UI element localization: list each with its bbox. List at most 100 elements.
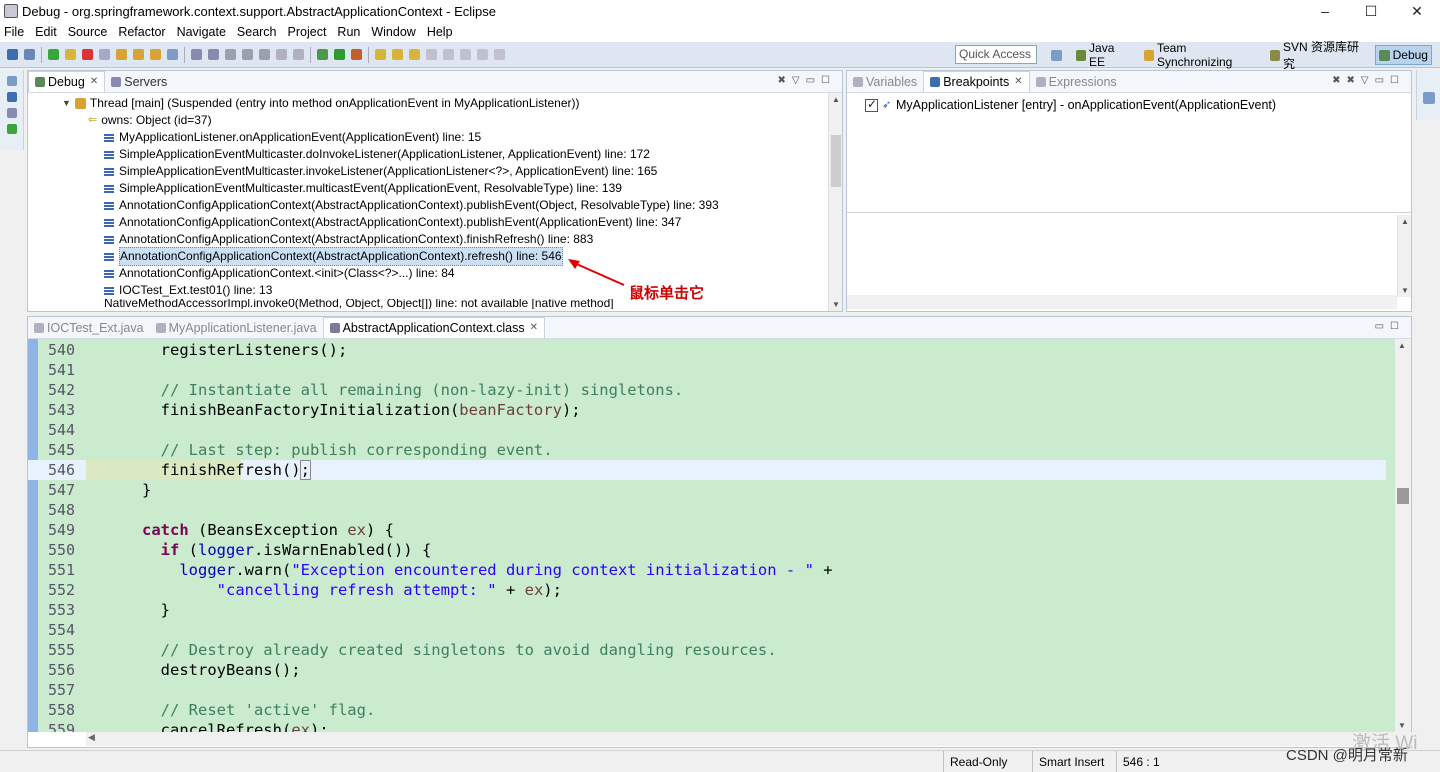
step-over-icon[interactable]	[133, 49, 144, 60]
maximize-view-icon[interactable]: ☐	[1390, 321, 1405, 332]
view-menu-icon[interactable]: ▽	[1361, 75, 1375, 86]
stack-frame-row-selected[interactable]: AnnotationConfigApplicationContext(Abstr…	[28, 247, 842, 266]
scrollbar-thumb[interactable]	[831, 135, 841, 187]
menu-edit[interactable]: Edit	[35, 25, 57, 39]
debug-vertical-scrollbar[interactable]: ▲ ▼	[828, 93, 842, 311]
stack-frame-row[interactable]: SimpleApplicationEventMulticaster.invoke…	[28, 163, 842, 180]
code-line[interactable]: 558 // Reset 'active' flag.	[28, 700, 1386, 720]
save-icon[interactable]	[208, 49, 219, 60]
maximize-view-icon[interactable]: ☐	[821, 75, 836, 86]
open-folder-icon[interactable]	[375, 49, 386, 60]
minimize-button[interactable]: –	[1302, 0, 1348, 22]
quick-access-input[interactable]: Quick Access	[955, 45, 1037, 64]
outline-icon[interactable]	[6, 124, 17, 134]
disconnect-icon[interactable]	[99, 49, 110, 60]
code-line[interactable]: 541	[28, 360, 1386, 380]
scroll-up-icon[interactable]: ▲	[829, 95, 843, 104]
chevron-down-icon[interactable]: ▼	[62, 95, 71, 112]
skip-breakpoints-icon[interactable]	[7, 49, 18, 60]
code-line[interactable]: 540 registerListeners();	[28, 340, 1386, 360]
block-selection-icon[interactable]	[276, 49, 287, 60]
code-line[interactable]: 545 // Last step: publish corresponding …	[28, 440, 1386, 460]
menu-help[interactable]: Help	[427, 25, 453, 39]
code-line[interactable]: 542 // Instantiate all remaining (non-la…	[28, 380, 1386, 400]
code-line[interactable]: 554	[28, 620, 1386, 640]
suspend-icon[interactable]	[65, 49, 76, 60]
remove-terminated-icon[interactable]: ✖	[777, 75, 791, 86]
breakpoint-enabled-checkbox[interactable]	[865, 97, 878, 112]
last-edit-icon[interactable]	[494, 49, 505, 60]
terminate-icon[interactable]	[82, 49, 93, 60]
stack-frame-row[interactable]: SimpleApplicationEventMulticaster.doInvo…	[28, 146, 842, 163]
step-into-icon[interactable]	[116, 49, 127, 60]
perspective-debug[interactable]: Debug	[1374, 45, 1432, 65]
tab-servers[interactable]: Servers	[105, 71, 173, 92]
scrollbar-thumb[interactable]	[1397, 488, 1409, 504]
minimize-view-icon[interactable]: ▭	[1375, 75, 1390, 86]
new-icon[interactable]	[191, 49, 202, 60]
code-line[interactable]: 557	[28, 680, 1386, 700]
perspective-java-ee[interactable]: Java EE	[1073, 41, 1133, 69]
external-tools-icon[interactable]	[351, 49, 362, 60]
menu-source[interactable]: Source	[68, 25, 108, 39]
scroll-down-icon[interactable]: ▼	[1398, 286, 1412, 295]
code-line[interactable]: 556 destroyBeans();	[28, 660, 1386, 680]
back-icon[interactable]	[460, 49, 471, 60]
editor-horizontal-scrollbar[interactable]: ◀	[86, 732, 1418, 746]
perspective-team-sync[interactable]: Team Synchronizing	[1141, 41, 1259, 69]
code-editor[interactable]: 540 registerListeners(); 541 542 // Inst…	[28, 339, 1411, 732]
whitespace-icon[interactable]	[293, 49, 304, 60]
stack-frame-row[interactable]: AnnotationConfigApplicationContext.<init…	[28, 265, 842, 282]
close-icon[interactable]: ✕	[1014, 72, 1022, 92]
tasks-icon[interactable]	[6, 108, 17, 118]
tab-expressions[interactable]: Expressions	[1030, 71, 1123, 92]
toggle-mark-icon[interactable]	[259, 49, 270, 60]
stack-frame-row[interactable]: MyApplicationListener.onApplicationEvent…	[28, 129, 842, 146]
annotation-prev-icon[interactable]	[443, 49, 454, 60]
code-line[interactable]: 555 // Destroy already created singleton…	[28, 640, 1386, 660]
code-line[interactable]: 551 logger.warn("Exception encountered d…	[28, 560, 1386, 580]
new-package-icon[interactable]	[392, 49, 403, 60]
stack-frame-row[interactable]: AnnotationConfigApplicationContext(Abstr…	[28, 214, 842, 231]
stack-frame-row[interactable]: SimpleApplicationEventMulticaster.multic…	[28, 180, 842, 197]
editor-tab-ioctest[interactable]: IOCTest_Ext.java	[28, 317, 150, 338]
package-explorer-icon[interactable]	[6, 76, 17, 86]
stack-frame-row[interactable]: IOCTest_Ext.test01() line: 13	[28, 282, 842, 299]
code-line[interactable]: 549 catch (BeansException ex) {	[28, 520, 1386, 540]
menu-navigate[interactable]: Navigate	[177, 25, 226, 39]
scroll-down-icon[interactable]: ▼	[829, 300, 843, 309]
editor-tab-listener[interactable]: MyApplicationListener.java	[150, 317, 323, 338]
code-line[interactable]: 552 "cancelling refresh attempt: " + ex)…	[28, 580, 1386, 600]
menu-run[interactable]: Run	[337, 25, 360, 39]
menu-project[interactable]: Project	[288, 25, 327, 39]
minimize-view-icon[interactable]: ▭	[1375, 321, 1390, 332]
close-window-button[interactable]: ✕	[1394, 0, 1440, 22]
tab-variables[interactable]: Variables	[847, 71, 923, 92]
detail-horizontal-scrollbar[interactable]	[847, 295, 1397, 309]
stack-frame-row[interactable]: NativeMethodAccessorImpl.invoke0(Method,…	[28, 299, 842, 309]
editor-vertical-scrollbar[interactable]: ▲ ▼	[1395, 339, 1411, 732]
console-icon[interactable]	[6, 92, 17, 102]
perspective-svn[interactable]: SVN 资源库研究	[1267, 40, 1367, 71]
scroll-up-icon[interactable]: ▲	[1398, 341, 1406, 350]
drop-to-frame-icon[interactable]	[167, 49, 178, 60]
run-icon[interactable]	[334, 49, 345, 60]
stack-frame-row[interactable]: AnnotationConfigApplicationContext(Abstr…	[28, 231, 842, 248]
close-icon[interactable]: ✕	[530, 318, 538, 338]
code-line[interactable]: 544	[28, 420, 1386, 440]
detail-vertical-scrollbar[interactable]: ▲ ▼	[1397, 215, 1411, 297]
tab-breakpoints[interactable]: Breakpoints ✕	[923, 71, 1030, 92]
remove-breakpoint-icon[interactable]: ✖	[1332, 75, 1346, 86]
editor-tab-abstract-context[interactable]: AbstractApplicationContext.class ✕	[322, 317, 545, 338]
thread-row[interactable]: ▼ Thread [main] (Suspended (entry into m…	[28, 95, 842, 112]
minimize-view-icon[interactable]: ▭	[806, 75, 821, 86]
current-instruction-line[interactable]: 546 finishRefresh();	[28, 460, 1386, 480]
owns-row[interactable]: ⇐ owns: Object (id=37)	[28, 112, 842, 129]
menu-refactor[interactable]: Refactor	[118, 25, 165, 39]
code-line[interactable]: 550 if (logger.isWarnEnabled()) {	[28, 540, 1386, 560]
debug-run-icon[interactable]	[317, 49, 328, 60]
code-line[interactable]: 547 }	[28, 480, 1386, 500]
maximize-view-icon[interactable]: ☐	[1390, 75, 1405, 86]
scroll-left-icon[interactable]: ◀	[88, 732, 95, 743]
menu-window[interactable]: Window	[371, 25, 415, 39]
